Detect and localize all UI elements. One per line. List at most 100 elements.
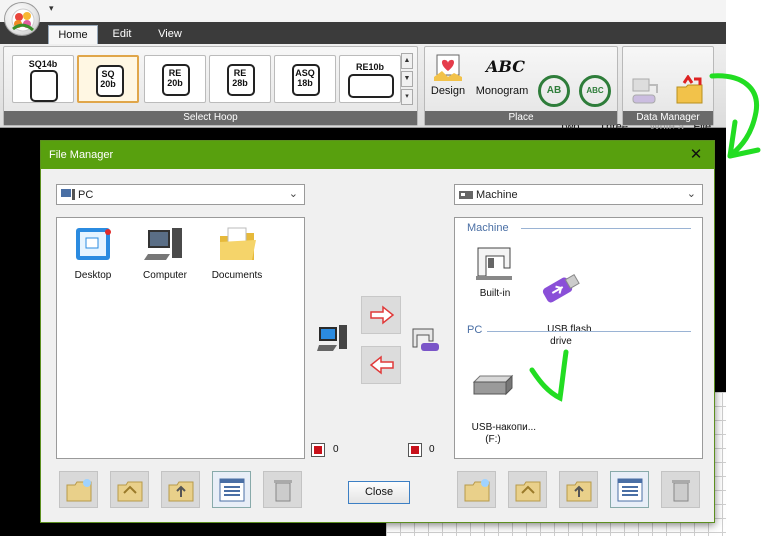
tab-edit[interactable]: Edit bbox=[104, 25, 140, 44]
open-folder-icon bbox=[515, 481, 541, 502]
trash-icon bbox=[672, 480, 690, 502]
arrow-right-icon bbox=[370, 305, 395, 325]
right-selected-count: 0 bbox=[429, 444, 435, 455]
parent-folder-icon bbox=[566, 481, 592, 502]
close-icon[interactable]: ✕ bbox=[688, 146, 704, 164]
desktop-item[interactable]: Desktop bbox=[57, 224, 129, 282]
hoop-re20b[interactable]: RE 20b bbox=[144, 55, 206, 103]
pc-file-pane[interactable]: Desktop Computer Documents bbox=[56, 217, 305, 459]
left-view-details-button[interactable] bbox=[212, 471, 251, 508]
flower-logo-icon bbox=[11, 8, 35, 32]
three-letters-icon: ABC bbox=[579, 75, 611, 107]
two-letters-icon: AB bbox=[538, 75, 570, 107]
design-label: Design bbox=[430, 85, 466, 97]
usb-flash-drive-item[interactable]: USB flash drive bbox=[525, 244, 597, 360]
left-location-select[interactable]: PC ⌄ bbox=[56, 184, 305, 205]
hoop-shape-icon bbox=[348, 74, 394, 98]
tab-view[interactable]: View bbox=[150, 25, 190, 44]
right-location-select[interactable]: Machine ⌄ bbox=[454, 184, 703, 205]
hoop-asq18b[interactable]: ASQ 18b bbox=[274, 55, 336, 103]
pc-icon bbox=[61, 189, 75, 200]
group-label: Data Manager bbox=[623, 111, 713, 125]
place-group: Design ABC Monogram AB Two Letters ABC T… bbox=[424, 46, 628, 145]
close-button[interactable]: Close bbox=[348, 481, 410, 504]
hoop-re10b[interactable]: RE10b bbox=[339, 55, 401, 103]
hoop-gallery-expand[interactable]: ▾ bbox=[401, 89, 413, 105]
hoop-re28b[interactable]: RE 28b bbox=[209, 55, 271, 103]
title-bar: ▾ bbox=[0, 0, 726, 22]
built-in-label: Built-in bbox=[479, 288, 511, 299]
list-view-icon bbox=[617, 478, 643, 502]
monogram-label: Monogram bbox=[475, 85, 529, 97]
two-letters-button[interactable]: AB Two Letters bbox=[535, 51, 579, 145]
right-open-folder-button[interactable] bbox=[508, 471, 547, 508]
group-label: Select Hoop bbox=[4, 111, 417, 125]
machine-file-pane[interactable]: Machine Built-in USB flash drive PC USB-… bbox=[454, 217, 703, 459]
file-manager-icon bbox=[676, 75, 703, 104]
left-parent-folder-button[interactable] bbox=[161, 471, 200, 508]
new-folder-icon bbox=[464, 479, 490, 502]
open-folder-icon bbox=[117, 481, 143, 502]
hoop-label: RE10b bbox=[355, 62, 384, 72]
three-letters-button[interactable]: ABC Three Letters bbox=[575, 51, 628, 145]
file-manager-button[interactable]: File Manager bbox=[668, 51, 712, 145]
computer-label: Computer bbox=[143, 270, 187, 281]
section-divider bbox=[487, 331, 691, 332]
copy-to-pc-button[interactable] bbox=[361, 346, 401, 384]
machine-icon bbox=[459, 191, 473, 199]
dialog-title: File Manager bbox=[49, 149, 114, 161]
documents-label: Documents bbox=[211, 270, 263, 281]
usb-drive-icon bbox=[472, 374, 514, 396]
left-new-folder-button[interactable] bbox=[59, 471, 98, 508]
built-in-item[interactable]: Built-in bbox=[459, 244, 531, 300]
right-parent-folder-button[interactable] bbox=[559, 471, 598, 508]
section-label-pc: PC bbox=[467, 324, 483, 336]
section-label-machine: Machine bbox=[467, 222, 509, 234]
list-view-icon bbox=[219, 478, 245, 502]
left-open-folder-button[interactable] bbox=[110, 471, 149, 508]
copy-to-machine-button[interactable] bbox=[361, 296, 401, 334]
usb-flash-drive-label: USB flash drive bbox=[547, 324, 592, 347]
hoop-label: RE 20b bbox=[167, 68, 183, 88]
hoop-shape-icon bbox=[30, 70, 58, 102]
desktop-label: Desktop bbox=[74, 270, 112, 281]
select-hoop-group: SQ14b SQ 20b RE 20b RE 28b ASQ 18b RE10b bbox=[3, 46, 418, 126]
tab-home[interactable]: Home bbox=[48, 25, 98, 44]
write-design-button[interactable]: Write a Design bbox=[625, 51, 684, 145]
right-location-value: Machine bbox=[476, 189, 518, 201]
documents-folder-icon bbox=[220, 227, 256, 260]
ribbon-tabs: Home Edit View bbox=[0, 22, 726, 44]
desktop-icon bbox=[76, 228, 111, 260]
right-delete-button[interactable] bbox=[661, 471, 700, 508]
app-menu-button[interactable] bbox=[4, 2, 40, 36]
left-delete-button[interactable] bbox=[263, 471, 302, 508]
right-view-details-button[interactable] bbox=[610, 471, 649, 508]
hoop-scroll-up[interactable]: ▲ bbox=[401, 53, 413, 69]
section-divider bbox=[521, 228, 691, 229]
quick-access-dropdown[interactable]: ▾ bbox=[49, 3, 54, 14]
computer-item[interactable]: Computer bbox=[129, 224, 201, 282]
parent-folder-icon bbox=[168, 481, 194, 502]
chevron-down-icon: ⌄ bbox=[288, 188, 298, 200]
right-select-all-checkbox[interactable] bbox=[408, 443, 422, 457]
monogram-button[interactable]: ABC Monogram bbox=[472, 51, 532, 113]
design-button[interactable]: Design bbox=[428, 51, 468, 113]
sewing-machine-icon bbox=[476, 247, 512, 280]
hoop-label: ASQ 18b bbox=[295, 68, 315, 88]
machine-transfer-icon bbox=[412, 328, 439, 351]
usb-drive-f-item[interactable]: USB-накопи... (F:) bbox=[455, 348, 536, 458]
dialog-title-bar[interactable]: File Manager ✕ bbox=[41, 141, 714, 169]
hoop-sq14b[interactable]: SQ14b bbox=[12, 55, 74, 103]
left-select-all-checkbox[interactable] bbox=[311, 443, 325, 457]
write-design-icon bbox=[632, 78, 658, 104]
file-manager-dialog: File Manager ✕ PC ⌄ Machine ⌄ Desktop Co… bbox=[40, 140, 715, 523]
computer-icon bbox=[144, 228, 182, 260]
documents-item[interactable]: Documents bbox=[201, 224, 273, 282]
hoop-sq20b[interactable]: SQ 20b bbox=[77, 55, 139, 103]
right-new-folder-button[interactable] bbox=[457, 471, 496, 508]
hoop-scroll-down[interactable]: ▼ bbox=[401, 71, 413, 87]
hoop-label: RE 28b bbox=[232, 68, 248, 88]
group-label: Place bbox=[425, 111, 617, 125]
usb-drive-label: USB-накопи... (F:) bbox=[471, 422, 537, 445]
hoop-label: SQ 20b bbox=[100, 69, 116, 89]
